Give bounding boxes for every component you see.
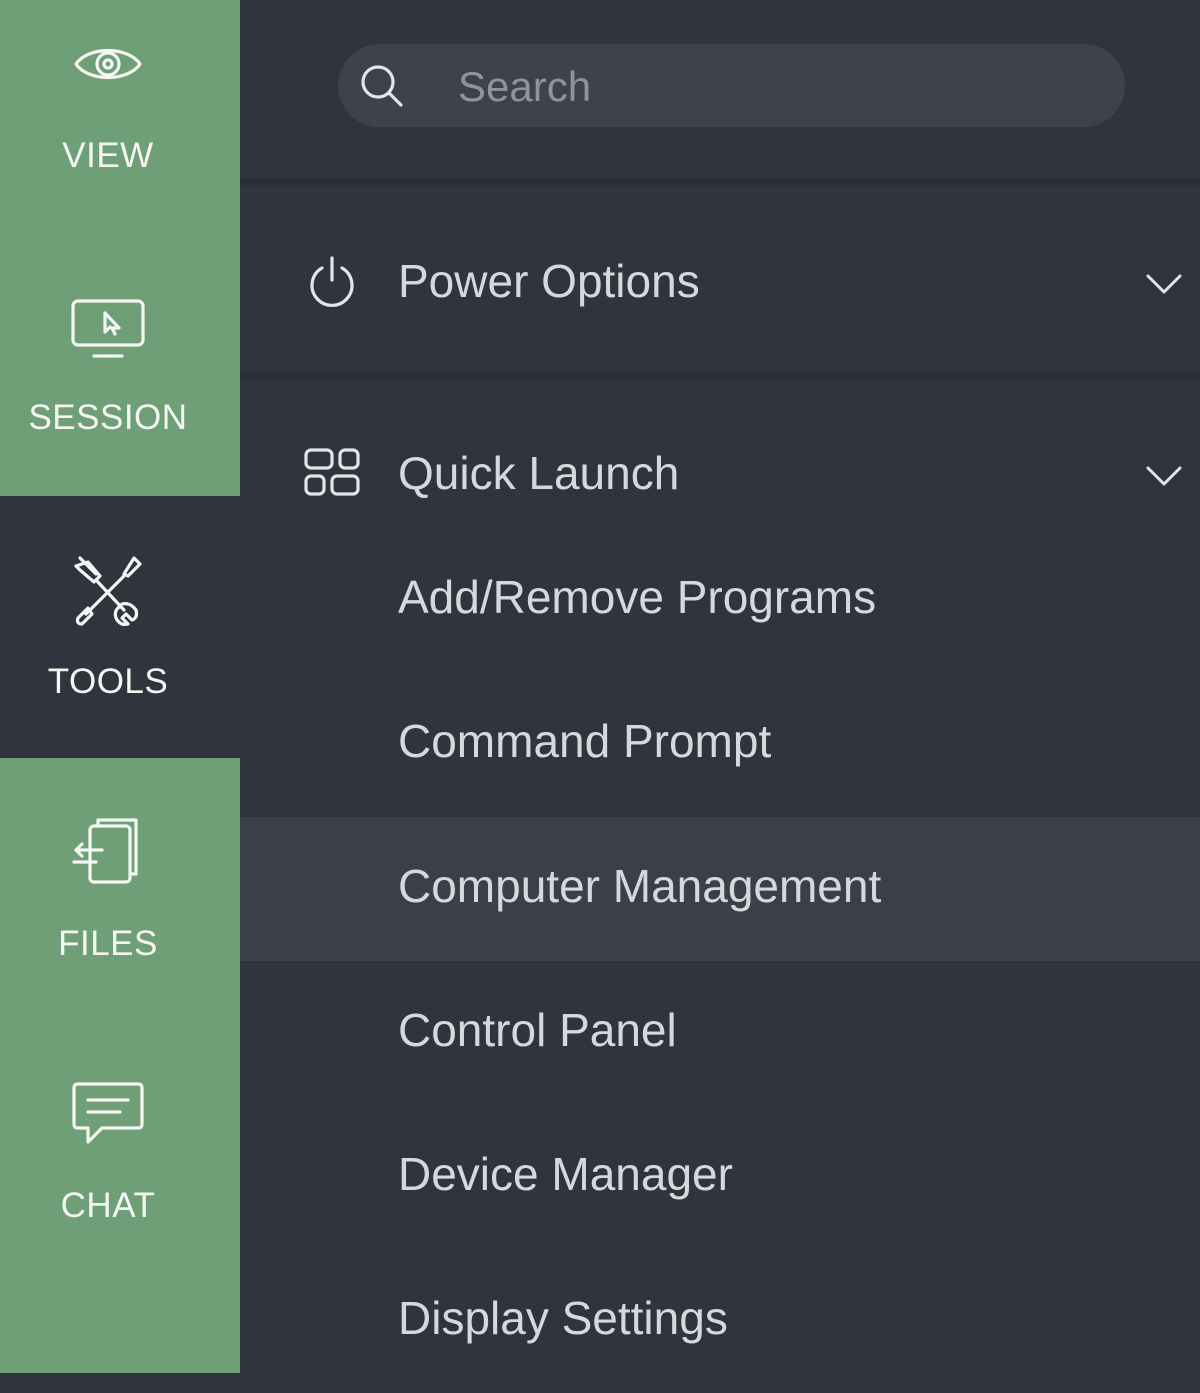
search-input[interactable] [456,58,1100,116]
chevron-down-icon[interactable] [1142,454,1186,498]
power-icon [302,252,362,312]
menu-item-label: Add/Remove Programs [398,571,877,623]
rail-label-session: SESSION [28,398,188,437]
menu-item-label: Device Manager [398,1148,733,1200]
eye-icon [66,22,150,106]
chevron-down-icon[interactable] [1142,262,1186,306]
grid-icon [302,444,362,504]
tools-panel: Power Options Quick Launch Add/Remove Pr… [240,0,1200,1373]
left-rail: VIEW SESSION TOOLS FILES CHAT [0,0,240,1373]
divider [240,372,1200,379]
monitor-cursor-icon [66,284,150,368]
menu-item-command-prompt[interactable]: Command Prompt [240,670,1200,814]
search-icon [358,62,406,110]
menu-item-display-settings[interactable]: Display Settings [240,1249,1200,1393]
rail-label-chat: CHAT [60,1186,156,1225]
section-power-options[interactable]: Power Options [240,232,1200,332]
menu-item-label: Control Panel [398,1004,677,1056]
rail-item-session[interactable]: SESSION [0,262,240,524]
rail-item-chat[interactable]: CHAT [0,1020,240,1282]
file-transfer-icon [66,810,150,894]
menu-item-computer-management[interactable]: Computer Management [240,817,1200,961]
rail-label-tools: TOOLS [47,662,169,701]
rail-label-files: FILES [58,924,158,963]
section-title-power-options: Power Options [398,255,700,307]
rail-item-files[interactable]: FILES [0,758,240,1020]
menu-item-control-panel[interactable]: Control Panel [240,961,1200,1105]
menu-item-label: Display Settings [398,1292,728,1344]
menu-item-label: Command Prompt [398,715,772,767]
chat-bubble-icon [66,1070,150,1154]
divider [240,178,1200,185]
section-quick-launch[interactable]: Quick Launch [240,424,1200,524]
rail-item-tools[interactable]: TOOLS [0,496,240,758]
rail-label-view: VIEW [62,136,154,175]
menu-item-add-remove-programs[interactable]: Add/Remove Programs [240,526,1200,670]
section-title-quick-launch: Quick Launch [398,447,680,499]
menu-item-label: Computer Management [398,860,882,912]
menu-item-device-manager[interactable]: Device Manager [240,1105,1200,1249]
tools-icon [66,548,150,632]
search-bar[interactable] [338,44,1125,127]
rail-item-view[interactable]: VIEW [0,0,240,262]
